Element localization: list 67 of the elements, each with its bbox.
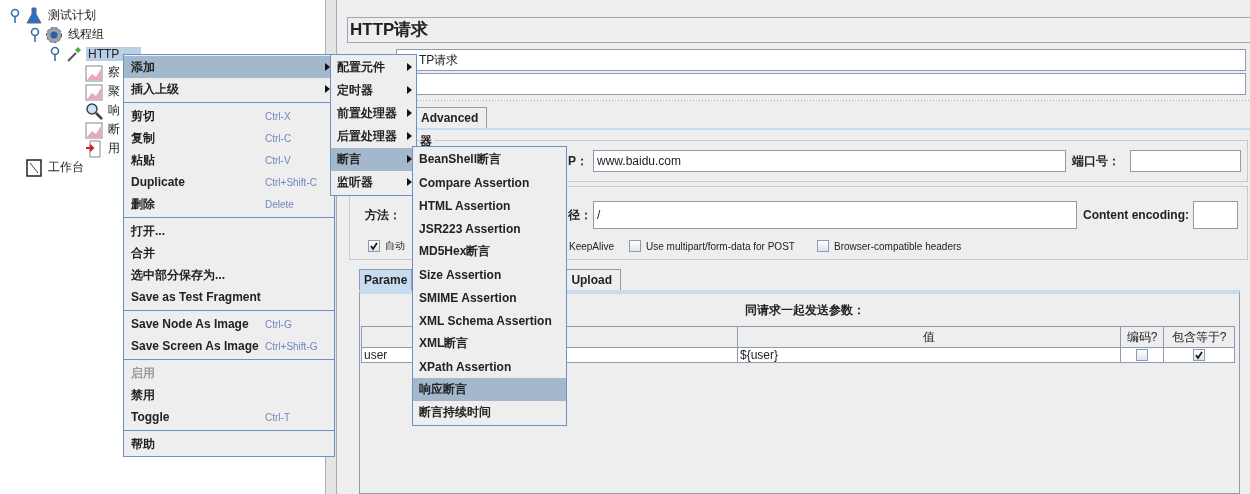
expand-handle-icon[interactable]	[29, 26, 41, 43]
menu-item[interactable]: XML Schema Assertion	[413, 309, 566, 332]
checkbox[interactable]	[817, 240, 829, 252]
submenu-arrow-icon	[407, 63, 412, 71]
checkbox[interactable]	[368, 240, 380, 252]
menu-item[interactable]: 断言持续时间	[413, 401, 566, 424]
menu-item[interactable]: Toggle Ctrl-T	[124, 406, 334, 428]
chart-icon	[85, 63, 103, 82]
chart-icon	[85, 120, 103, 139]
checkbox[interactable]	[1136, 349, 1148, 361]
field-label: P：	[568, 152, 589, 170]
option-label: Use multipart/form-data for POST	[646, 240, 795, 252]
expand-handle-icon[interactable]	[9, 7, 21, 24]
menu-item[interactable]: 响应断言	[413, 378, 566, 401]
server-field[interactable]: www.baidu.com	[593, 150, 1066, 172]
menu-item[interactable]: Save as Test Fragment	[124, 286, 334, 308]
menu-item[interactable]: 后置处理器	[331, 125, 416, 148]
menu-item[interactable]: 选中部分保存为...	[124, 264, 334, 286]
option-label: 自动	[385, 239, 405, 253]
submenu-arrow-icon	[407, 86, 412, 94]
notepad-icon	[25, 158, 43, 177]
menu-item[interactable]: 定时器	[331, 79, 416, 102]
menu-item[interactable]: JSR223 Assertion	[413, 217, 566, 240]
menu-item[interactable]: 合并	[124, 242, 334, 264]
expand-handle-icon[interactable]	[49, 45, 61, 62]
chart-icon	[85, 82, 103, 101]
option-label: Browser-compatible headers	[834, 240, 962, 252]
menu-item[interactable]: Save Screen As Image Ctrl+Shift-G	[124, 335, 334, 357]
gear-icon	[45, 25, 63, 44]
name-field[interactable]: TP请求	[396, 49, 1246, 71]
field-label: 方法：	[365, 206, 402, 224]
header-cell: 包含等于?	[1163, 326, 1235, 348]
field-label: 端口号：	[1072, 152, 1121, 170]
tree-item[interactable]: 工作台	[46, 159, 106, 176]
menu-item[interactable]: 帮助	[124, 433, 334, 455]
menu-item[interactable]: HTML Assertion	[413, 194, 566, 217]
table-cell: ${user}	[737, 347, 1121, 363]
menu-item[interactable]: Duplicate Ctrl+Shift-C	[124, 171, 334, 193]
path-field[interactable]: /	[593, 201, 1077, 229]
port-field[interactable]	[1130, 150, 1241, 172]
tree-item[interactable]: 线程组	[66, 26, 126, 43]
tab[interactable]: Parame	[359, 269, 413, 290]
tree-item[interactable]: 测试计划	[46, 7, 118, 24]
menu-item[interactable]: BeanShell断言	[413, 148, 566, 171]
menu-item[interactable]: MD5Hex断言	[413, 240, 566, 263]
menu-item[interactable]: 打开...	[124, 220, 334, 242]
field-label: Content encoding:	[1083, 208, 1189, 222]
flask-icon	[25, 6, 43, 25]
menu-item[interactable]: 粘贴 Ctrl-V	[124, 149, 334, 171]
panel-title: HTTP请求	[347, 17, 1250, 43]
menu-item[interactable]: 禁用	[124, 384, 334, 406]
submenu-arrow-icon	[407, 132, 412, 140]
document-arrow-icon	[85, 139, 103, 158]
menu-item[interactable]: Compare Assertion	[413, 171, 566, 194]
menu-item[interactable]: 删除 Delete	[124, 193, 334, 215]
magnifier-icon	[85, 101, 103, 120]
checkbox[interactable]	[629, 240, 641, 252]
option-label: KeepAlive	[569, 240, 616, 252]
menu-item[interactable]: Save Node As Image Ctrl-G	[124, 313, 334, 335]
pipette-icon	[65, 44, 83, 63]
encoding-field[interactable]	[1193, 201, 1238, 229]
menu-item[interactable]: 剪切 Ctrl-X	[124, 105, 334, 127]
menu-item[interactable]: 复制 Ctrl-C	[124, 127, 334, 149]
field-label: 径：	[568, 206, 593, 224]
checkbox[interactable]	[1193, 349, 1205, 361]
parameters-title: 同请求一起发送参数：	[743, 302, 866, 319]
submenu-arrow-icon	[407, 109, 412, 117]
